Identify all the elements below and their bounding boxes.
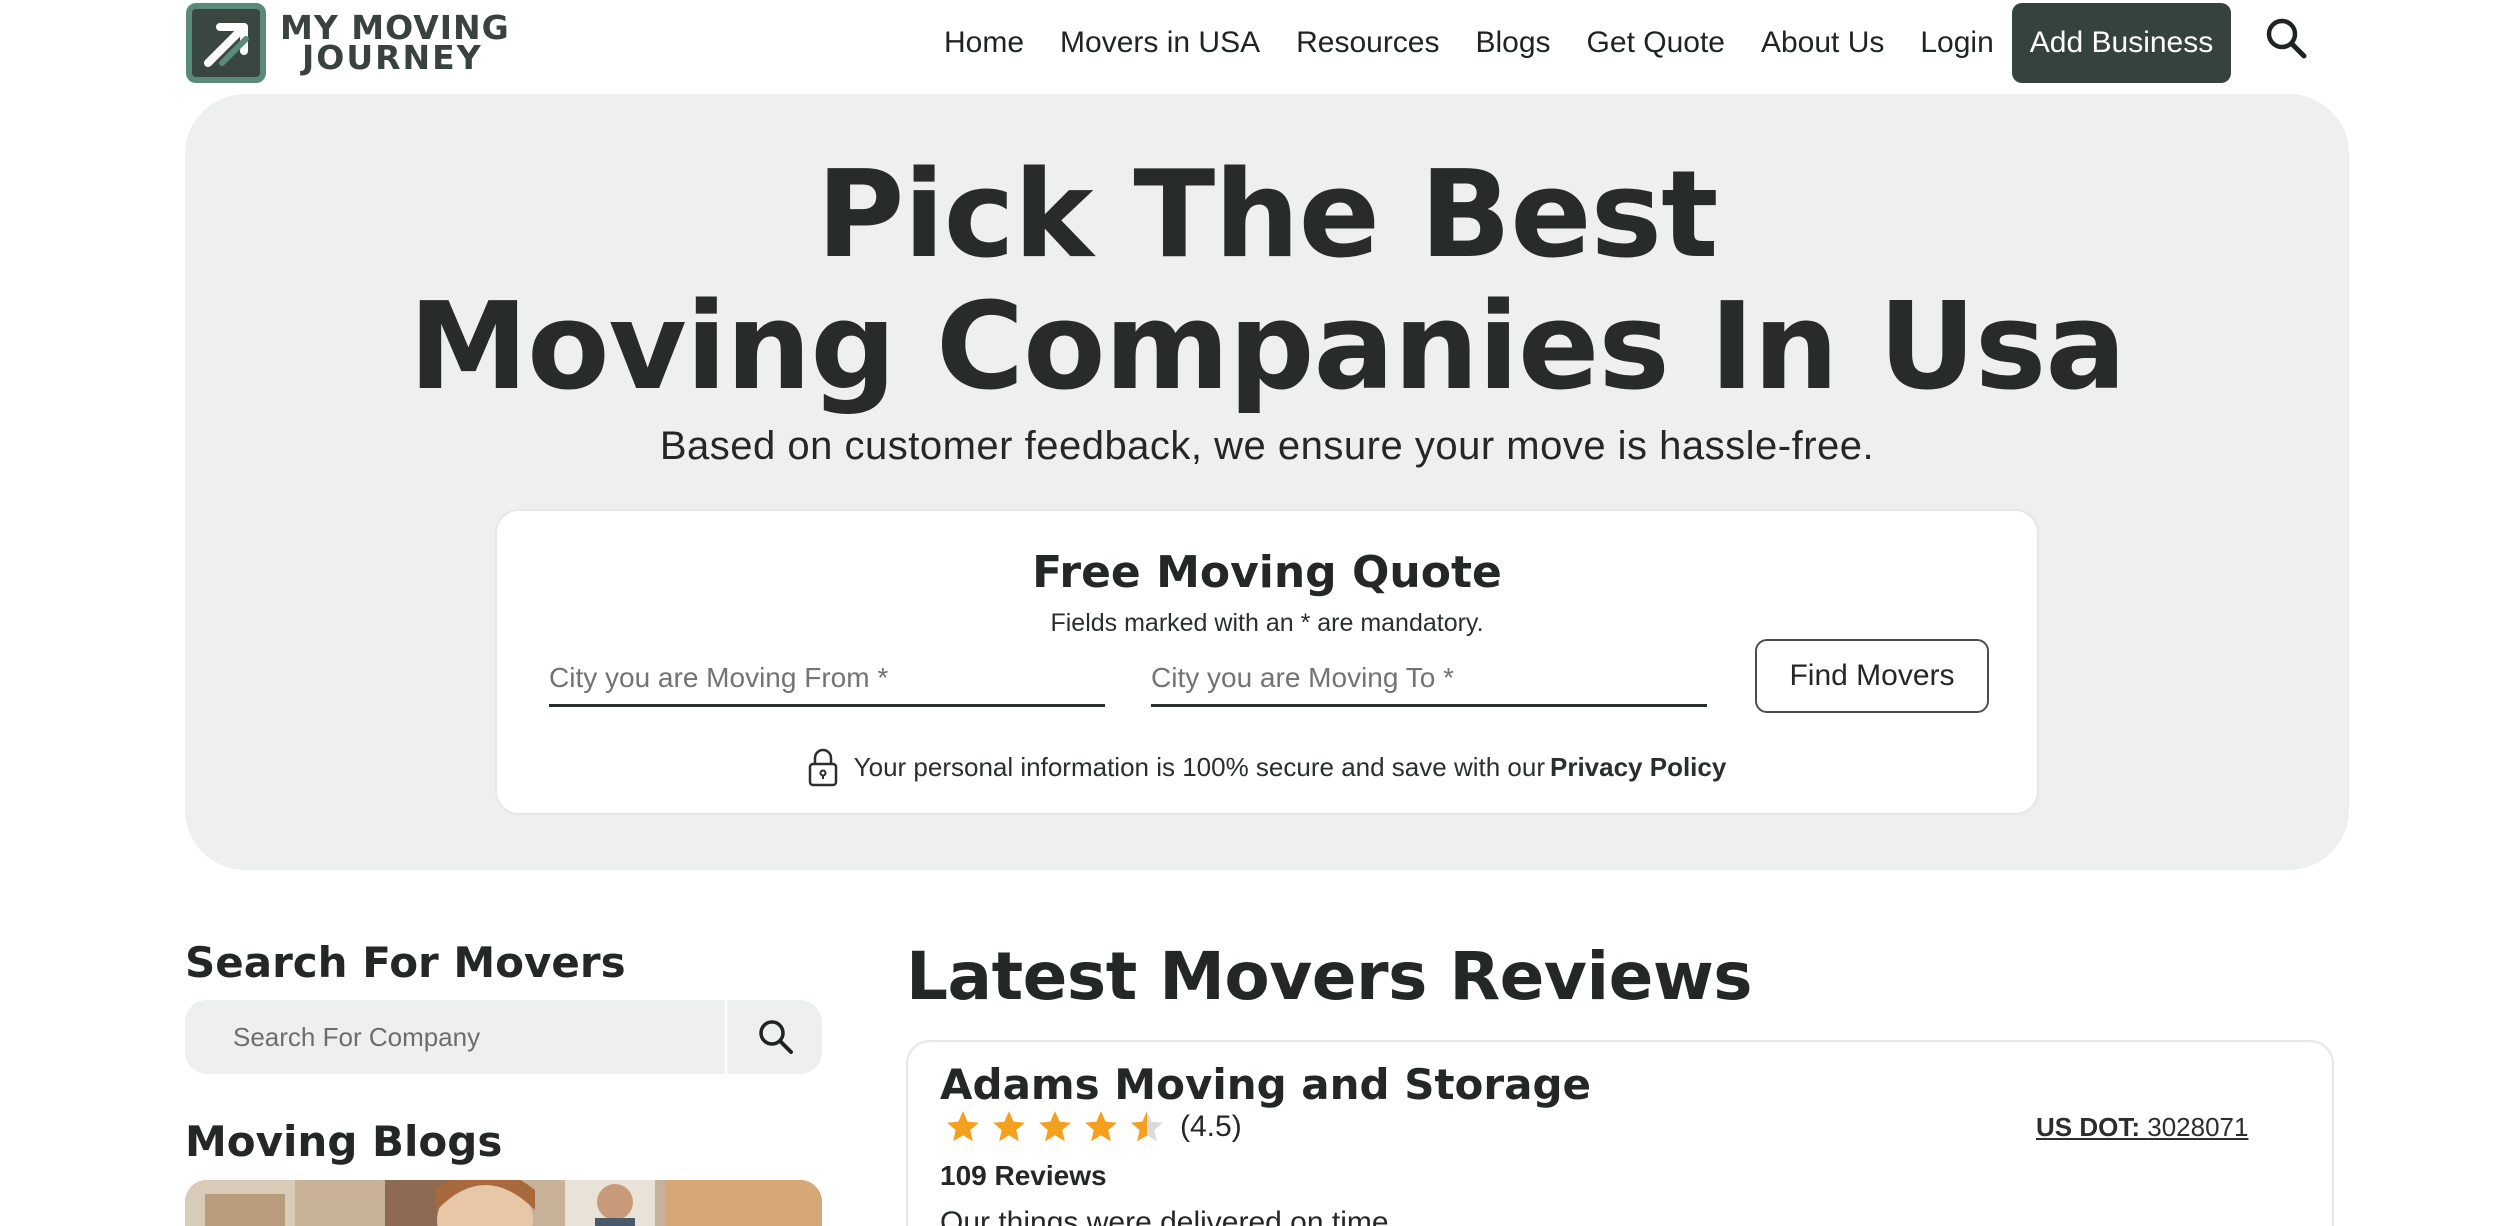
- moving-to-input[interactable]: [1151, 651, 1707, 707]
- reviews-count: 109 Reviews: [940, 1160, 1107, 1191]
- find-movers-button[interactable]: Find Movers: [1755, 639, 1989, 713]
- moving-from-input[interactable]: [549, 651, 1105, 707]
- main-nav: Home Movers in USA Resources Blogs Get Q…: [926, 0, 2232, 86]
- star-icon: [993, 1111, 1025, 1142]
- us-dot-number: 3028071: [2147, 1112, 2249, 1142]
- logo-text: MY MOVING JOURNEY: [280, 11, 510, 77]
- hero-title-line2: Moving Companies In Usa: [408, 278, 2127, 417]
- search-divider: [725, 1000, 727, 1074]
- blog-thumbnail[interactable]: [185, 1180, 822, 1226]
- logo-line2: JOURNEY: [302, 38, 483, 77]
- half-star-icon: [1131, 1111, 1163, 1142]
- star-rating: (4.5): [944, 1108, 1242, 1146]
- quote-note: Fields marked with an * are mandatory.: [1050, 609, 1484, 637]
- latest-reviews-heading: Latest Movers Reviews: [906, 938, 1753, 1015]
- star-icon: [947, 1111, 979, 1142]
- quote-form: Free Moving Quote Fields marked with an …: [495, 509, 2039, 815]
- add-business-button[interactable]: Add Business: [2011, 3, 2232, 83]
- review-excerpt: Our things were delivered on time: [940, 1206, 1389, 1226]
- privacy-notice: Your personal information is 100% secure…: [497, 747, 2037, 787]
- nav-get-quote[interactable]: Get Quote: [1587, 26, 1725, 60]
- star-icon: [1039, 1111, 1071, 1142]
- site-header: MY MOVING JOURNEY Home Movers in USA Res…: [0, 0, 2507, 92]
- site-logo[interactable]: MY MOVING JOURNEY: [186, 3, 510, 83]
- rating-value: (4.5): [1180, 1110, 1242, 1143]
- lock-icon: [808, 747, 838, 787]
- nav-resources[interactable]: Resources: [1296, 26, 1439, 60]
- search-icon[interactable]: [757, 1018, 795, 1056]
- hero-title-line1: Pick The Best: [816, 146, 1719, 285]
- search-movers-heading: Search For Movers: [185, 938, 626, 987]
- hero-subtitle: Based on customer feedback, we ensure yo…: [659, 424, 1875, 468]
- star-icon: [1085, 1111, 1117, 1142]
- nav-blogs[interactable]: Blogs: [1476, 26, 1551, 60]
- moving-blogs-heading: Moving Blogs: [185, 1117, 503, 1166]
- nav-login[interactable]: Login: [1920, 26, 1993, 60]
- company-search: [185, 1000, 822, 1074]
- hero-section: Pick The Best Moving Companies In Usa Ba…: [185, 94, 2349, 870]
- nav-movers-in-usa[interactable]: Movers in USA: [1060, 26, 1260, 60]
- quote-title: Free Moving Quote: [1032, 547, 1502, 598]
- us-dot-link[interactable]: US DOT: 3028071: [2036, 1112, 2248, 1143]
- review-card[interactable]: Adams Moving and Storage (4.5) 109 Revie…: [906, 1040, 2334, 1226]
- privacy-policy-link[interactable]: Privacy Policy: [1550, 752, 1726, 783]
- logo-icon: [186, 3, 266, 83]
- company-search-input[interactable]: [233, 1000, 753, 1074]
- nav-home[interactable]: Home: [944, 26, 1024, 60]
- search-icon[interactable]: [2264, 16, 2308, 60]
- privacy-text: Your personal information is 100% secure…: [853, 751, 1545, 782]
- nav-about-us[interactable]: About Us: [1761, 26, 1884, 60]
- us-dot-label: US DOT:: [2036, 1112, 2140, 1142]
- company-name[interactable]: Adams Moving and Storage: [940, 1060, 1591, 1109]
